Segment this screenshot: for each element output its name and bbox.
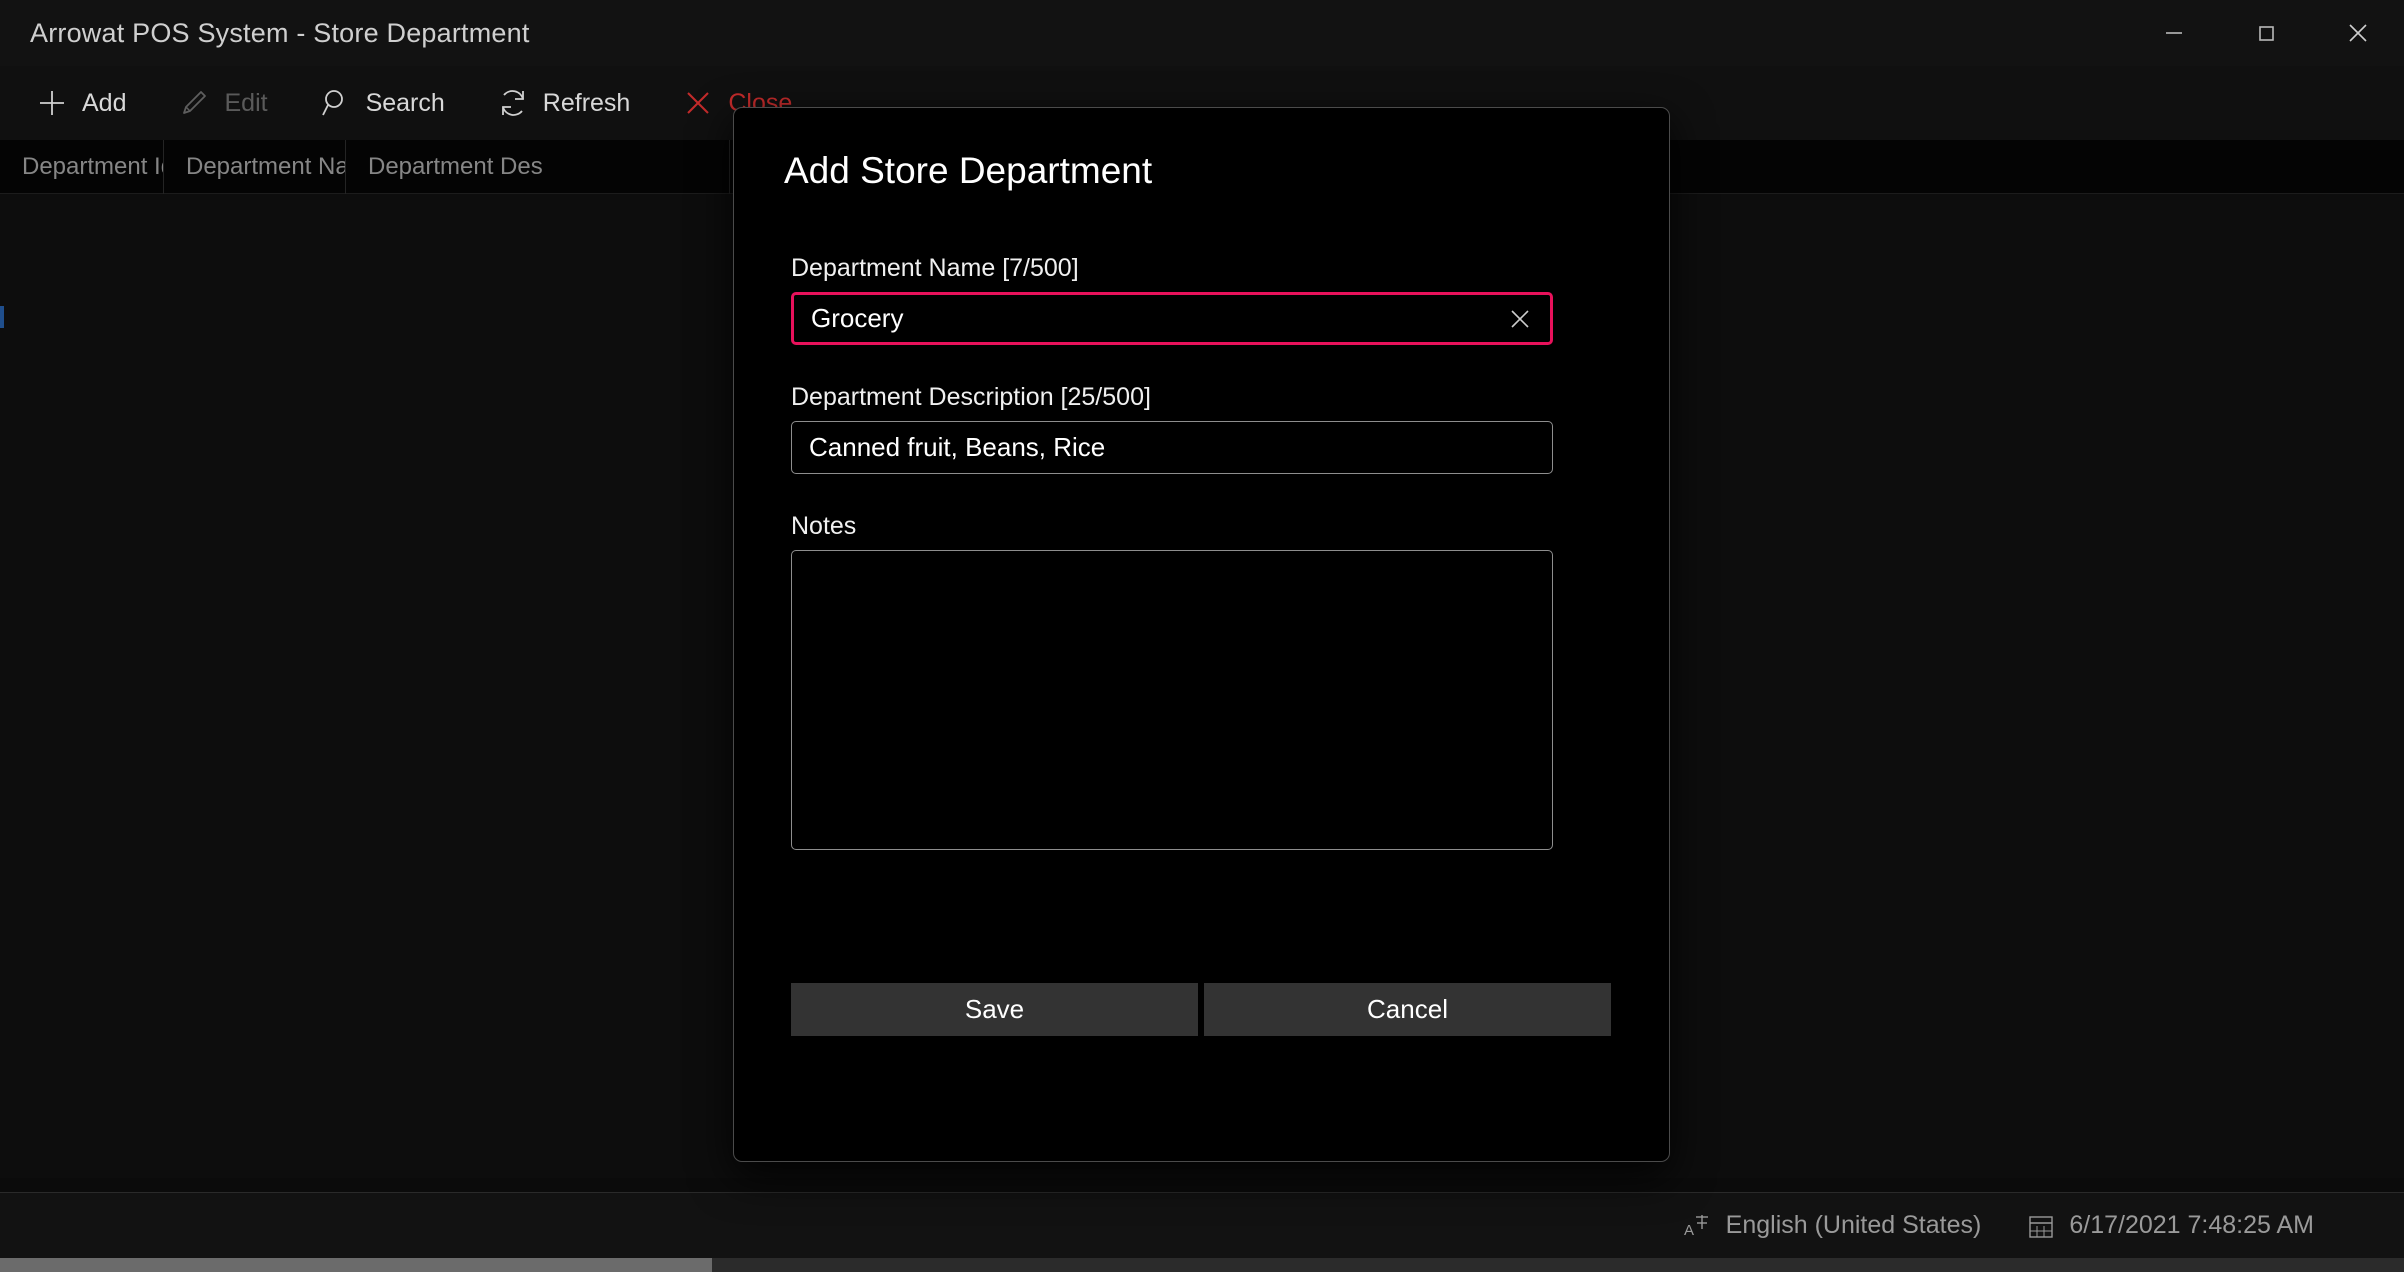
department-description-value: Canned fruit, Beans, Rice <box>809 432 1106 462</box>
toolbar-edit-button[interactable]: Edit <box>160 75 283 131</box>
row-selection-marker <box>0 306 4 328</box>
toolbar-add-button[interactable]: Add <box>18 75 142 131</box>
toolbar-search-button[interactable]: Search <box>302 75 461 131</box>
cancel-button[interactable]: Cancel <box>1204 983 1611 1036</box>
close-window-button[interactable] <box>2312 0 2404 66</box>
notes-label: Notes <box>791 512 857 540</box>
department-description-input[interactable]: Canned fruit, Beans, Rice <box>791 421 1553 474</box>
toolbar-edit-label: Edit <box>224 88 268 117</box>
calendar-icon <box>2025 1210 2057 1242</box>
add-store-department-dialog: Add Store Department Department Name [7/… <box>733 107 1670 1162</box>
department-name-value: Grocery <box>811 303 904 333</box>
status-datetime: 6/17/2021 7:48:25 AM <box>2025 1210 2314 1242</box>
toolbar-refresh-button[interactable]: Refresh <box>479 75 647 131</box>
status-language: A English (United States) <box>1682 1210 1982 1242</box>
application-window: Arrowat POS System - Store Department Ad… <box>0 0 2404 1272</box>
department-description-field-group: Department Description [25/500] Canned f… <box>791 383 1553 474</box>
x-icon <box>680 85 716 121</box>
department-name-field-group: Department Name [7/500] Grocery <box>791 254 1553 345</box>
maximize-button[interactable] <box>2220 0 2312 66</box>
dialog-title: Add Store Department <box>784 150 1153 191</box>
department-name-label: Department Name [7/500] <box>791 254 1079 282</box>
svg-text:A: A <box>1684 1222 1694 1239</box>
column-header-department-id[interactable]: Department Id <box>0 140 164 194</box>
toolbar-search-label: Search <box>365 88 445 117</box>
window-controls <box>2128 0 2404 66</box>
dialog-button-row: Save Cancel <box>791 983 1615 1036</box>
pencil-icon <box>176 85 212 121</box>
clear-x-icon[interactable] <box>1494 295 1546 342</box>
column-header-department-description[interactable]: Department Des <box>346 140 730 194</box>
department-name-input[interactable]: Grocery <box>791 292 1553 345</box>
notes-field-group: Notes <box>791 512 1553 850</box>
datetime-label: 6/17/2021 7:48:25 AM <box>2069 1211 2314 1239</box>
notes-value <box>792 551 1552 561</box>
window-title: Arrowat POS System - Store Department <box>30 17 530 48</box>
notes-textarea[interactable] <box>791 550 1553 850</box>
department-description-label: Department Description [25/500] <box>791 383 1151 411</box>
refresh-icon <box>495 85 531 121</box>
horizontal-scrollbar[interactable] <box>0 1258 2404 1272</box>
language-icon: A <box>1682 1210 1714 1242</box>
plus-icon <box>34 85 70 121</box>
status-bar: A English (United States) 6/17/2021 7:48… <box>0 1192 2404 1258</box>
horizontal-scrollbar-thumb[interactable] <box>0 1258 712 1272</box>
title-bar: Arrowat POS System - Store Department <box>0 0 2404 66</box>
toolbar-refresh-label: Refresh <box>542 88 631 117</box>
language-label: English (United States) <box>1725 1211 1982 1239</box>
magnifier-icon <box>318 85 354 121</box>
toolbar-add-label: Add <box>82 88 127 117</box>
save-button[interactable]: Save <box>791 983 1198 1036</box>
column-header-department-name[interactable]: Department Name <box>164 140 346 194</box>
minimize-button[interactable] <box>2128 0 2220 66</box>
